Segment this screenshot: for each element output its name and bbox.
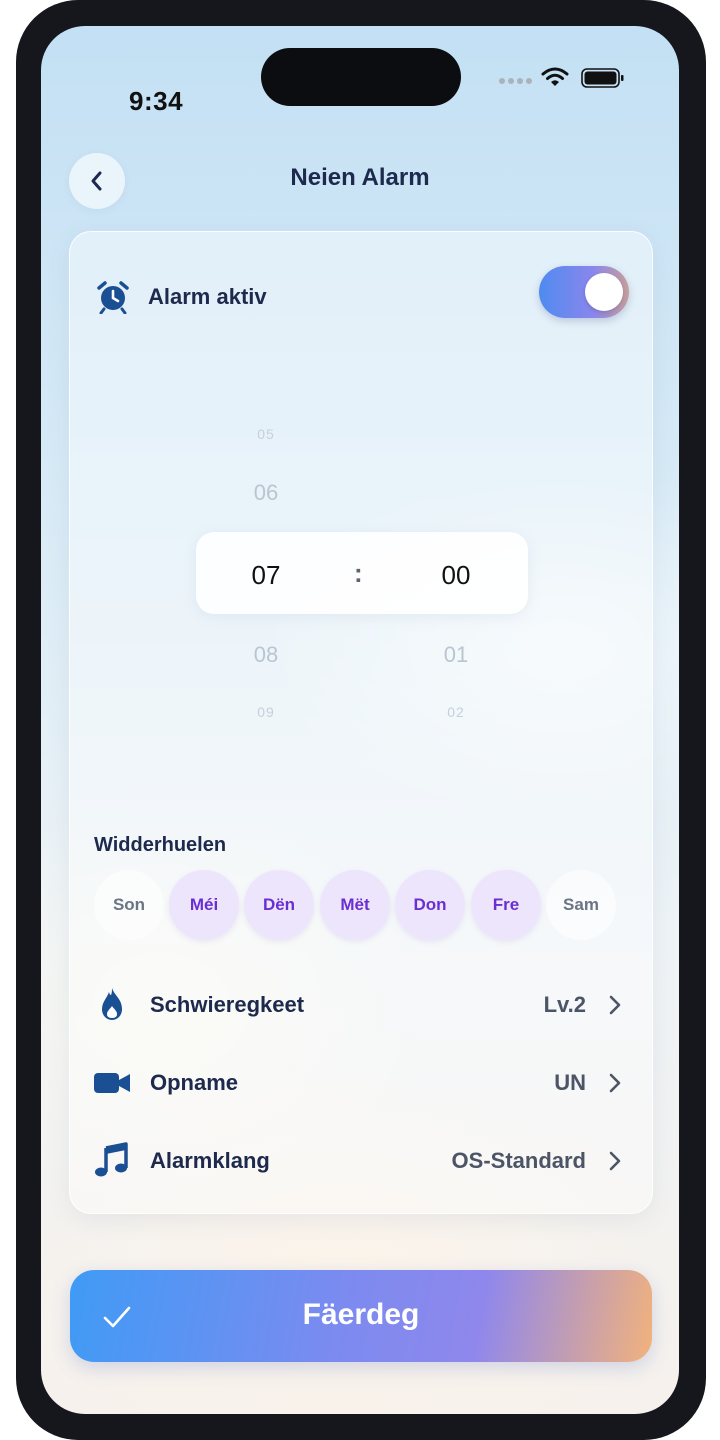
minute-selected[interactable]: 00 — [416, 560, 496, 591]
minute-option[interactable]: 02 — [416, 704, 496, 720]
hour-option[interactable]: 08 — [226, 642, 306, 668]
day-chip-friday[interactable]: Fre — [471, 870, 541, 940]
day-chip-sunday[interactable]: Son — [94, 870, 164, 940]
status-time: 9:34 — [129, 86, 184, 116]
alarm-active-row: Alarm aktiv — [96, 266, 632, 322]
hour-selected[interactable]: 07 — [226, 560, 306, 591]
recording-value: UN — [554, 1070, 586, 1095]
difficulty-value: Lv.2 — [543, 992, 586, 1017]
time-separator: : — [354, 558, 363, 588]
difficulty-label: Schwieregkeet — [150, 992, 305, 1017]
page-title: Neien Alarm — [290, 164, 430, 191]
music-note-icon — [95, 1142, 128, 1177]
alarm-settings-card: Alarm aktiv 05 06 07 08 09 : 00 01 02 Wi… — [69, 231, 653, 1214]
signal-dots-icon — [499, 78, 532, 84]
day-chip-tuesday[interactable]: Dën — [244, 870, 314, 940]
toggle-knob — [585, 273, 623, 311]
day-chip-thursday[interactable]: Don — [395, 870, 465, 940]
day-chip-monday[interactable]: Méi — [169, 870, 239, 940]
recording-row[interactable]: Opname UN — [94, 1058, 630, 1106]
difficulty-row[interactable]: Schwieregkeet Lv.2 — [94, 980, 630, 1028]
alarm-clock-icon — [97, 281, 129, 314]
chevron-right-icon — [609, 995, 621, 1015]
minute-option[interactable]: 01 — [416, 642, 496, 668]
hour-option[interactable]: 05 — [226, 426, 306, 442]
done-button-label: Fäerdeg — [302, 1298, 420, 1331]
alarm-active-label: Alarm aktiv — [148, 284, 267, 309]
video-camera-icon — [94, 1073, 130, 1093]
hour-option[interactable]: 09 — [226, 704, 306, 720]
app-screen: 9:34 Neien Alarm Alarm aktiv 05 06 07 08… — [41, 26, 679, 1414]
alarm-sound-label: Alarmklang — [150, 1148, 270, 1173]
recording-label: Opname — [150, 1070, 239, 1095]
dynamic-island — [261, 48, 461, 106]
alarm-sound-row[interactable]: Alarmklang OS-Standard — [94, 1136, 630, 1184]
chevron-right-icon — [609, 1073, 621, 1093]
alarm-active-toggle[interactable] — [539, 266, 629, 318]
repeat-label: Widderhuelen — [94, 834, 227, 856]
day-chip-wednesday[interactable]: Mët — [320, 870, 390, 940]
chevron-right-icon — [609, 1151, 621, 1171]
battery-icon — [581, 68, 624, 88]
day-chip-saturday[interactable]: Sam — [546, 870, 616, 940]
hour-option[interactable]: 06 — [226, 480, 306, 506]
done-button[interactable]: Fäerdeg — [70, 1270, 652, 1362]
flame-icon — [102, 988, 122, 1020]
alarm-sound-value: OS-Standard — [451, 1148, 586, 1173]
wifi-icon — [541, 67, 569, 86]
